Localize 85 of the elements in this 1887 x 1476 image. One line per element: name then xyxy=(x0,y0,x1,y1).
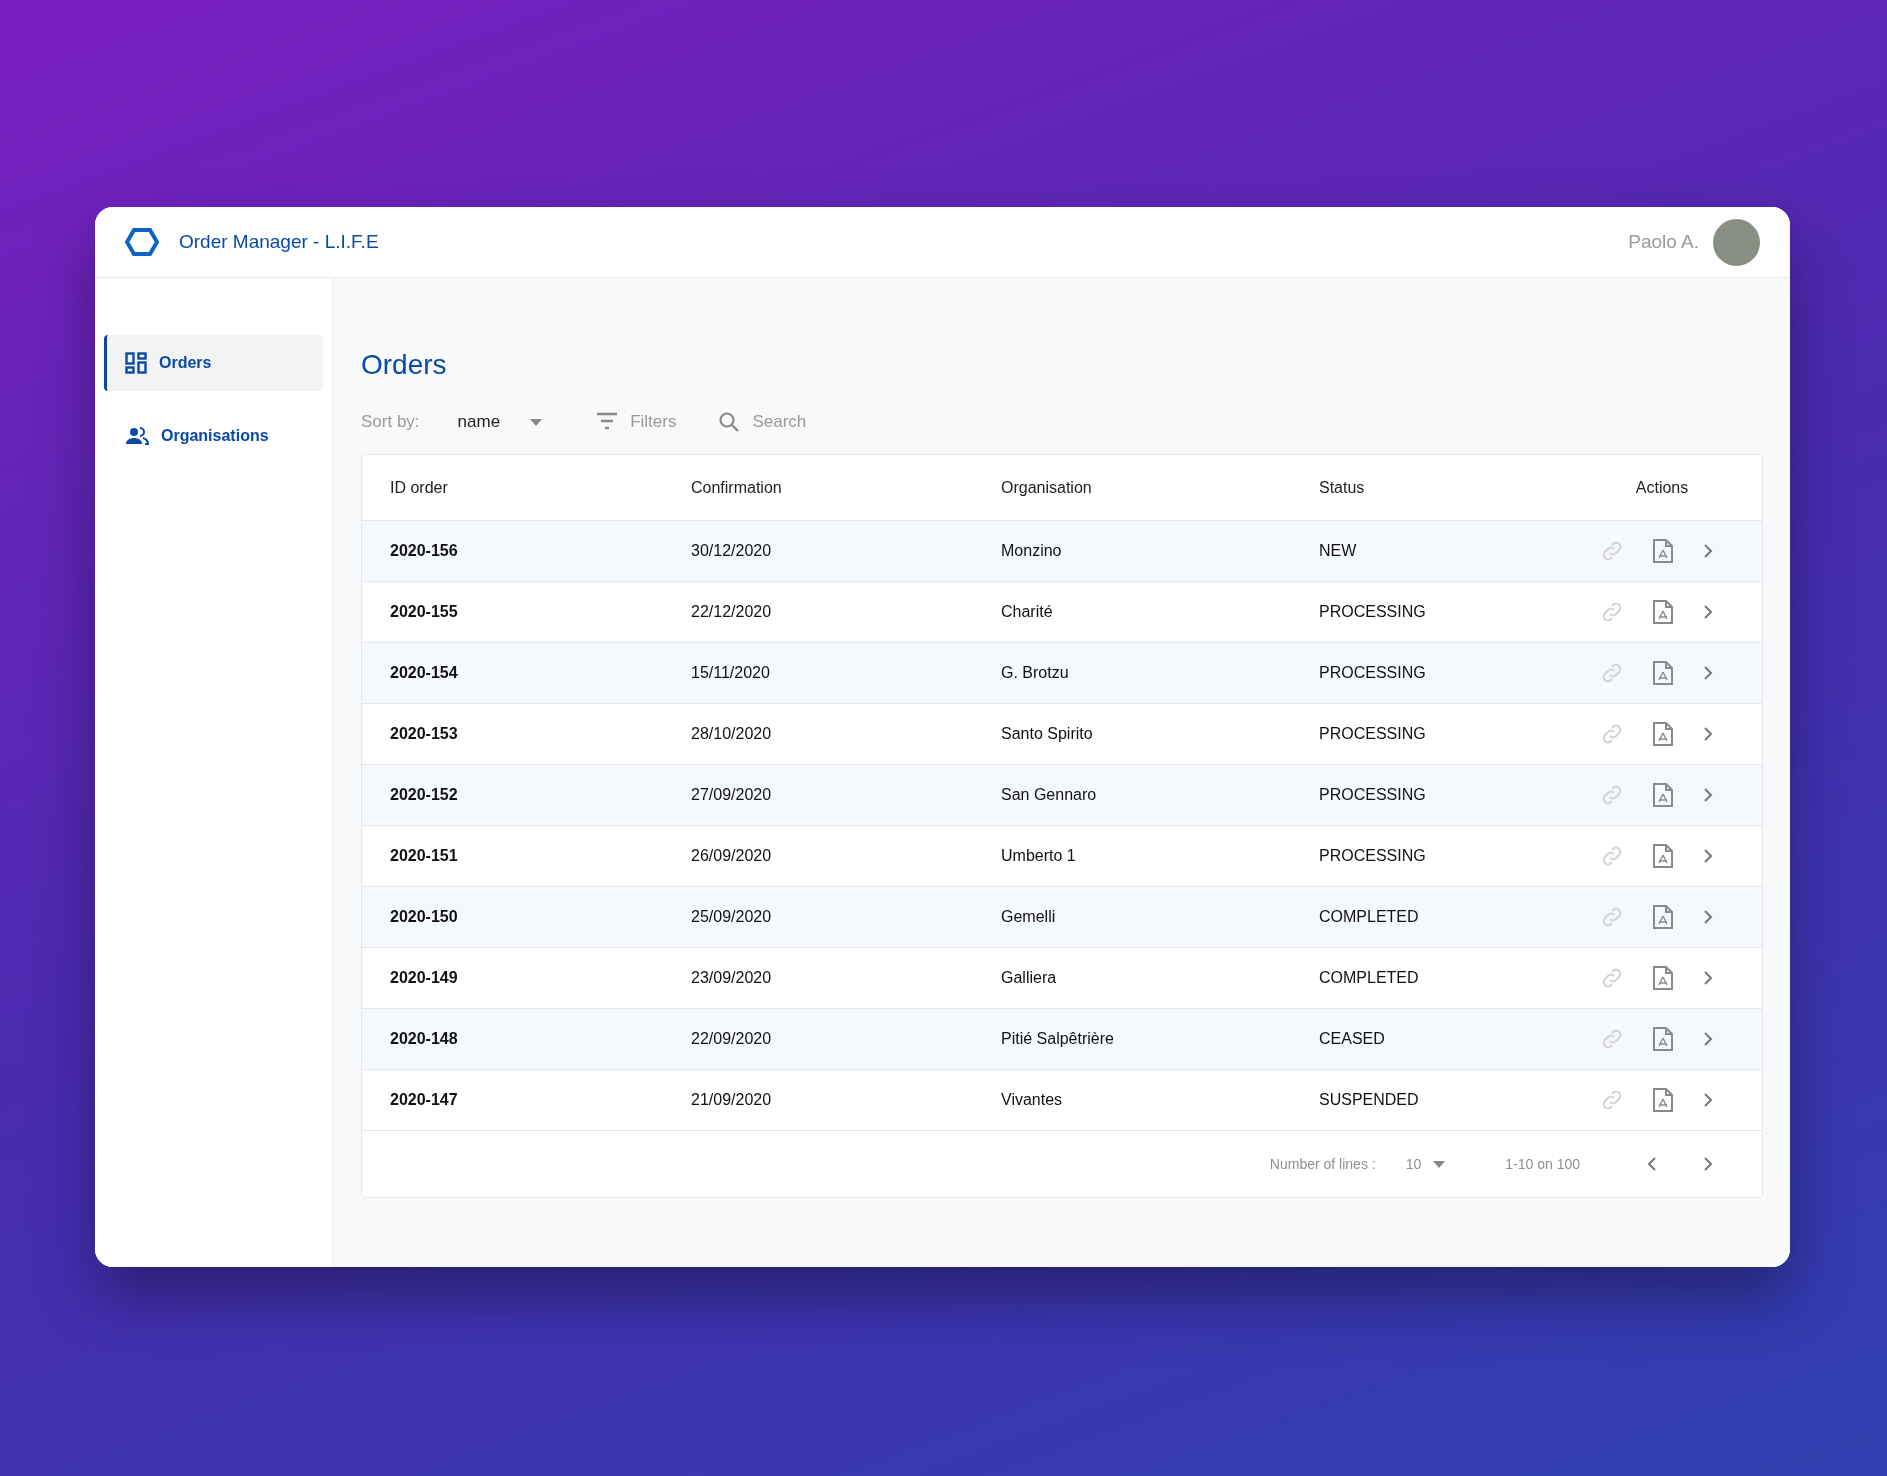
chevron-right-icon[interactable] xyxy=(1702,1031,1714,1047)
organisation-name: Vivantes xyxy=(1001,1090,1063,1110)
chevron-left-icon[interactable] xyxy=(1647,1156,1657,1172)
confirmation-date: 27/09/2020 xyxy=(691,785,772,805)
column-header: Confirmation xyxy=(691,477,782,498)
app-title: Order Manager - L.I.F.E xyxy=(179,229,379,254)
column-header: ID order xyxy=(390,477,448,498)
dashboard-icon xyxy=(125,352,147,374)
status-text: COMPLETED xyxy=(1319,968,1419,988)
order-id: 2020-147 xyxy=(390,1090,458,1110)
confirmation-date: 21/09/2020 xyxy=(691,1090,772,1110)
order-id: 2020-151 xyxy=(390,846,458,866)
order-id: 2020-155 xyxy=(390,602,458,622)
pdf-file-icon[interactable] xyxy=(1652,782,1674,808)
pdf-file-icon[interactable] xyxy=(1652,965,1674,991)
column-header: Status xyxy=(1319,477,1365,498)
order-id: 2020-153 xyxy=(390,724,458,744)
chevron-right-icon[interactable] xyxy=(1702,848,1714,864)
pdf-file-icon[interactable] xyxy=(1652,843,1674,869)
organisation-name: Pitié Salpêtrière xyxy=(1001,1029,1114,1049)
chevron-right-icon[interactable] xyxy=(1702,604,1714,620)
chevron-right-icon[interactable] xyxy=(1702,665,1714,681)
status-text: PROCESSING xyxy=(1319,846,1426,866)
column-header: Actions xyxy=(1635,477,1689,498)
chevron-right-icon[interactable] xyxy=(1702,970,1714,986)
confirmation-date: 25/09/2020 xyxy=(691,907,772,927)
sort-label: Sort by: xyxy=(361,411,420,434)
people-icon xyxy=(125,427,149,445)
order-id: 2020-149 xyxy=(390,968,458,988)
pdf-file-icon[interactable] xyxy=(1652,1026,1674,1052)
order-id: 2020-156 xyxy=(390,541,458,561)
organisation-name: Gemelli xyxy=(1001,907,1056,927)
sidebar-item[interactable]: Orders xyxy=(104,335,323,391)
confirmation-date: 26/09/2020 xyxy=(691,846,772,866)
search-icon xyxy=(718,411,741,433)
chevron-right-icon[interactable] xyxy=(1702,787,1714,803)
pdf-file-icon[interactable] xyxy=(1652,660,1674,686)
confirmation-date: 22/12/2020 xyxy=(691,602,772,622)
order-id: 2020-152 xyxy=(390,785,458,805)
caret-icon xyxy=(530,418,543,426)
sidebar-item[interactable]: Organisations xyxy=(104,408,323,464)
hexagon-logo-icon xyxy=(125,227,159,257)
organisation-name: Santo Spirito xyxy=(1001,724,1093,744)
order-id: 2020-150 xyxy=(390,907,458,927)
pdf-file-icon[interactable] xyxy=(1652,721,1674,747)
organisation-name: Charité xyxy=(1001,602,1053,622)
caret-icon xyxy=(1433,1160,1446,1168)
confirmation-date: 23/09/2020 xyxy=(691,968,772,988)
chevron-right-icon[interactable] xyxy=(1702,909,1714,925)
filter-icon xyxy=(596,412,619,432)
status-text: SUSPENDED xyxy=(1319,1090,1419,1110)
column-header: Organisation xyxy=(1001,477,1092,498)
pdf-file-icon[interactable] xyxy=(1652,538,1674,564)
search-field[interactable]: Search xyxy=(752,409,953,435)
confirmation-date: 15/11/2020 xyxy=(691,663,770,683)
order-id: 2020-148 xyxy=(390,1029,458,1049)
pdf-file-icon[interactable] xyxy=(1652,904,1674,930)
chevron-right-icon[interactable] xyxy=(1702,726,1714,742)
confirmation-date: 22/09/2020 xyxy=(691,1029,772,1049)
pdf-file-icon[interactable] xyxy=(1652,1087,1674,1113)
status-text: PROCESSING xyxy=(1319,602,1426,622)
sort-dropdown[interactable]: name xyxy=(457,409,543,435)
chevron-right-icon[interactable] xyxy=(1702,1092,1714,1108)
status-text: PROCESSING xyxy=(1319,785,1426,805)
user-name: Paolo A. xyxy=(1628,229,1699,254)
status-text: PROCESSING xyxy=(1319,663,1426,683)
page-title: Orders xyxy=(361,348,448,382)
page-range: 1-10 on 100 xyxy=(1505,1154,1580,1174)
pdf-file-icon[interactable] xyxy=(1652,599,1674,625)
status-text: CEASED xyxy=(1319,1029,1385,1049)
order-id: 2020-154 xyxy=(390,663,458,683)
chevron-right-icon[interactable] xyxy=(1703,1156,1713,1172)
lines-label: Number of lines : xyxy=(1269,1154,1376,1174)
organisation-name: G. Brotzu xyxy=(1001,663,1069,683)
confirmation-date: 28/10/2020 xyxy=(691,724,772,744)
status-text: COMPLETED xyxy=(1319,907,1419,927)
avatar[interactable] xyxy=(1713,218,1760,266)
organisation-name: San Gennaro xyxy=(1001,785,1097,805)
organisation-name: Umberto 1 xyxy=(1001,846,1076,866)
confirmation-date: 30/12/2020 xyxy=(691,541,772,561)
chevron-right-icon[interactable] xyxy=(1702,543,1714,559)
organisation-name: Galliera xyxy=(1001,968,1057,988)
status-text: PROCESSING xyxy=(1319,724,1426,744)
status-text: NEW xyxy=(1319,541,1357,561)
organisation-name: Monzino xyxy=(1001,541,1062,561)
